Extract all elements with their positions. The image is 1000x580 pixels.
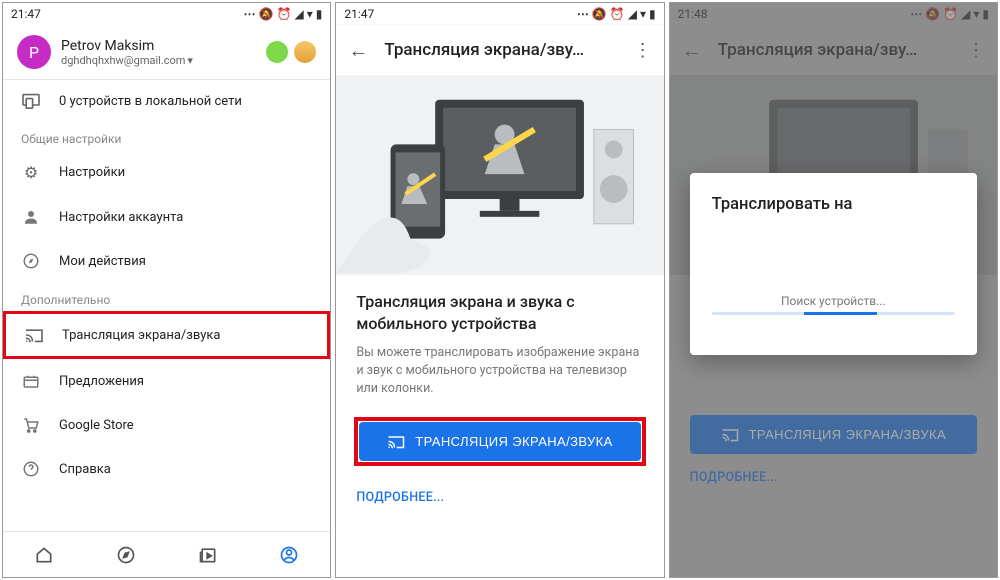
store-label: Google Store	[59, 418, 134, 433]
content: Трансляция экрана и звука с мобильного у…	[336, 275, 663, 474]
mute-icon: 🔕	[259, 7, 274, 21]
description: Вы можете транслировать изображение экра…	[356, 344, 643, 398]
battery-icon: ▮	[649, 7, 656, 21]
status-bar: 21:47 🔕 ⏰ ◢ ▾ ▮	[3, 3, 330, 25]
status-time: 21:47	[344, 7, 374, 21]
activity-label: Мои действия	[59, 254, 146, 269]
chip-orange[interactable]	[294, 41, 316, 63]
devices-icon	[21, 93, 41, 109]
account-settings-label: Настройки аккаунта	[59, 210, 183, 225]
phone-2: 21:47 🔕 ⏰ ◢ ▾ ▮ ← Трансляция экрана/зву……	[335, 2, 664, 578]
help-icon	[21, 460, 41, 478]
dialog-title: Транслировать на	[712, 195, 955, 214]
account-settings-row[interactable]: Настройки аккаунта	[3, 195, 330, 239]
more-dots-icon	[244, 7, 256, 21]
store-icon	[21, 416, 41, 434]
activity-row[interactable]: Мои действия	[3, 239, 330, 283]
section-general: Общие настройки	[3, 122, 330, 150]
headline: Трансляция экрана и звука с мобильного у…	[356, 291, 643, 334]
status-bar: 21:47 🔕 ⏰ ◢ ▾ ▮	[336, 3, 663, 25]
learn-more-link[interactable]: ПОДРОБНЕЕ...	[336, 474, 663, 521]
cast-target-dialog: Транслировать на Поиск устройств...	[690, 173, 977, 355]
user-name: Petrov Maksim	[61, 38, 256, 54]
alarm-icon: ⏰	[277, 7, 292, 21]
help-row[interactable]: Справка	[3, 447, 330, 491]
account-header[interactable]: P Petrov Maksim dghdhqhxhw@gmail.com▾	[3, 25, 330, 79]
gear-icon: ⚙	[21, 163, 41, 182]
alarm-icon: ⏰	[610, 7, 625, 21]
help-label: Справка	[59, 462, 111, 477]
offers-row[interactable]: Предложения	[3, 359, 330, 403]
nav-account[interactable]	[248, 532, 330, 577]
compass-icon	[21, 252, 41, 270]
wifi-icon: ▾	[640, 7, 646, 21]
cast-label: Трансляция экрана/звука	[62, 328, 221, 343]
devices-label: 0 устройств в локальной сети	[59, 94, 242, 109]
nav-home[interactable]	[3, 532, 85, 577]
signal-icon: ◢	[628, 7, 637, 21]
status-icons: 🔕 ⏰ ◢ ▾ ▮	[577, 7, 656, 21]
devices-row[interactable]: 0 устройств в локальной сети	[3, 80, 330, 122]
bottom-nav	[3, 531, 330, 577]
signal-icon: ◢	[294, 7, 303, 21]
back-icon[interactable]: ←	[348, 38, 368, 63]
status-time: 21:47	[11, 7, 41, 21]
phone-1: 21:47 🔕 ⏰ ◢ ▾ ▮ P Petrov Maksim dghdhqhx…	[2, 2, 331, 578]
cast-button-label: ТРАНСЛЯЦИЯ ЭКРАНА/ЗВУКА	[415, 434, 613, 449]
more-dots-icon	[577, 7, 589, 21]
chip-green[interactable]	[266, 41, 288, 63]
avatar: P	[17, 35, 51, 69]
app-bar: ← Трансляция экрана/зву… ⋮	[336, 25, 663, 75]
person-icon	[21, 208, 41, 226]
cast-button-highlight: ТРАНСЛЯЦИЯ ЭКРАНА/ЗВУКА	[354, 417, 645, 466]
hero-illustration	[336, 75, 663, 275]
cast-icon	[24, 327, 44, 343]
account-text: Petrov Maksim dghdhqhxhw@gmail.com▾	[61, 38, 256, 67]
nav-discover[interactable]	[85, 532, 167, 577]
settings-label: Настройки	[59, 165, 125, 180]
account-chips	[266, 41, 316, 63]
battery-icon: ▮	[316, 7, 323, 21]
progress-indeterminate	[712, 312, 955, 315]
store-row[interactable]: Google Store	[3, 403, 330, 447]
chevron-down-icon[interactable]: ▾	[187, 54, 193, 67]
offers-label: Предложения	[59, 374, 144, 389]
kebab-icon[interactable]: ⋮	[634, 40, 652, 61]
searching-label: Поиск устройств...	[712, 294, 955, 308]
offers-icon	[21, 372, 41, 390]
avatar-letter: P	[29, 43, 39, 62]
appbar-title: Трансляция экрана/зву…	[384, 40, 617, 60]
mute-icon: 🔕	[592, 7, 607, 21]
section-more: Дополнительно	[3, 283, 330, 311]
cast-row[interactable]: Трансляция экрана/звука	[3, 311, 330, 359]
cast-button[interactable]: ТРАНСЛЯЦИЯ ЭКРАНА/ЗВУКА	[359, 422, 640, 461]
status-icons: 🔕 ⏰ ◢ ▾ ▮	[244, 7, 323, 21]
phone-3: 21:48 🔕 ⏰ ◢ ▾ ▮ ← Трансляция экрана/зву……	[669, 2, 998, 578]
nav-media[interactable]	[167, 532, 249, 577]
user-email: dghdhqhxhw@gmail.com▾	[61, 54, 256, 67]
settings-row[interactable]: ⚙ Настройки	[3, 150, 330, 195]
wifi-icon: ▾	[307, 7, 313, 21]
cast-icon	[387, 434, 405, 449]
